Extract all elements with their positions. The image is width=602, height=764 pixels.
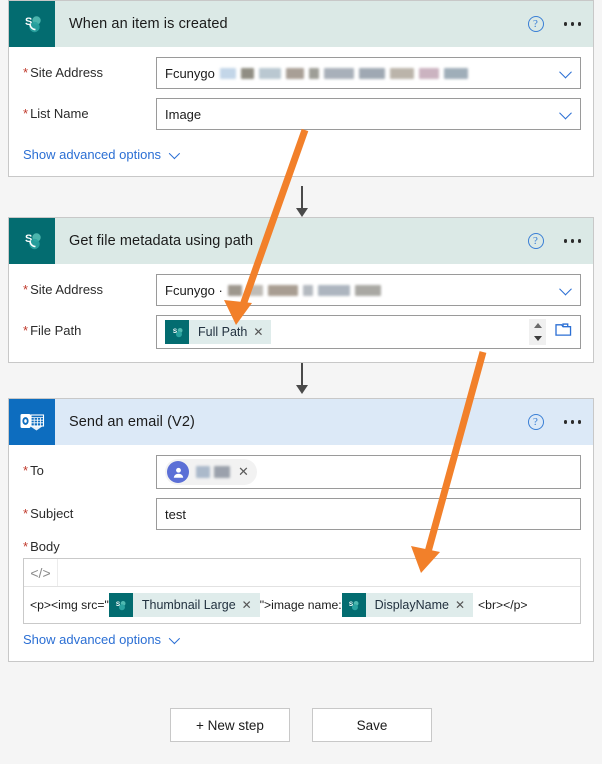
close-icon[interactable]: ✕ [253, 325, 271, 339]
required-asterisk: * [23, 323, 29, 338]
step-body-2: * Site Address Fcunygo · * File Path S F… [9, 264, 593, 362]
field-label: * File Path [23, 323, 82, 338]
site-address-dropdown-1[interactable]: Fcunygo [156, 57, 581, 89]
required-asterisk: * [23, 65, 29, 80]
sharepoint-icon: S [9, 218, 55, 264]
chevron-down-icon[interactable] [559, 106, 572, 120]
sharepoint-icon: S [165, 320, 189, 344]
step-title: When an item is created [69, 16, 228, 32]
site-address-dropdown-2[interactable]: Fcunygo · [156, 274, 581, 306]
step-title: Send an email (V2) [69, 414, 195, 430]
folder-picker-icon[interactable] [555, 322, 572, 342]
token-label: Thumbnail Large [141, 598, 236, 612]
field-label: * List Name [23, 106, 89, 121]
token-label: DisplayName [374, 598, 449, 612]
avatar [167, 461, 189, 483]
flow-step-card-3[interactable]: Send an email (V2) ? * To ✕ * Subject te… [8, 398, 594, 662]
required-asterisk: * [23, 506, 29, 521]
body-text-segment: <br></p> [478, 598, 528, 612]
redacted-text [196, 466, 230, 478]
show-advanced-options-link-3[interactable]: Show advanced options [9, 624, 593, 657]
body-field-label: * Body [23, 539, 60, 554]
subject-input[interactable]: test [156, 498, 581, 530]
close-icon[interactable]: ✕ [238, 464, 249, 480]
step-header-actions-3: ? [527, 399, 581, 445]
more-options-icon[interactable] [563, 420, 581, 424]
redacted-text [219, 67, 468, 79]
required-asterisk: * [23, 539, 29, 554]
field-site-address-2: * Site Address Fcunygo · [9, 274, 593, 306]
more-options-icon[interactable] [563, 239, 581, 243]
body-editor-toolbar: </> [24, 559, 580, 587]
step-header-2[interactable]: S Get file metadata using path ? [9, 218, 593, 264]
list-name-dropdown-1[interactable]: Image [156, 98, 581, 130]
flow-step-card-2[interactable]: S Get file metadata using path ? * Site A… [8, 217, 594, 363]
save-button[interactable]: Save [312, 708, 432, 742]
step-header-3[interactable]: Send an email (V2) ? [9, 399, 593, 445]
more-options-icon[interactable] [563, 22, 581, 26]
body-editor-content[interactable]: <p><img src=" S Thumbnail Large ✕ ">imag… [24, 587, 580, 623]
chevron-down-icon [168, 632, 181, 644]
step-body-3: * To ✕ * Subject test * Body </> <p><img… [9, 445, 593, 661]
field-label: * Subject [23, 506, 74, 521]
field-file-path-2: * File Path S Full Path ✕ [9, 315, 593, 349]
required-asterisk: * [23, 463, 29, 478]
step-header-1[interactable]: S When an item is created ? [9, 1, 593, 47]
dynamic-token-displayname[interactable]: S DisplayName ✕ [341, 593, 474, 617]
redacted-text [227, 284, 381, 296]
field-site-address-1: * Site Address Fcunygo [9, 57, 593, 89]
show-advanced-options-link-1[interactable]: Show advanced options [9, 139, 593, 172]
flow-connector-2 [293, 363, 311, 394]
step-body-1: * Site Address Fcunygo * List Name Image… [9, 47, 593, 176]
dynamic-token-thumbnail-large[interactable]: S Thumbnail Large ✕ [108, 593, 260, 617]
step-title: Get file metadata using path [69, 233, 254, 249]
body-rich-editor[interactable]: </> <p><img src=" S Thumbnail Large ✕ ">… [23, 558, 581, 624]
body-text-segment: ">image name: [259, 598, 342, 612]
new-step-button[interactable]: + New step [170, 708, 290, 742]
chevron-down-icon [168, 147, 181, 159]
token-label: Full Path [198, 325, 248, 339]
flow-step-card-1[interactable]: S When an item is created ? * Site Addres… [8, 0, 594, 177]
field-label: * Site Address [23, 282, 104, 297]
file-path-input[interactable]: S Full Path ✕ [156, 315, 581, 349]
outlook-icon [9, 399, 55, 445]
sharepoint-icon: S [9, 1, 55, 47]
recipient-chip[interactable]: ✕ [165, 459, 257, 485]
help-icon[interactable]: ? [527, 16, 544, 32]
flow-connector-1 [293, 186, 311, 217]
code-view-icon[interactable]: </> [24, 559, 58, 586]
footer-actions: + New step Save [0, 708, 602, 742]
step-header-actions-1: ? [527, 1, 581, 47]
field-label: * To [23, 463, 44, 478]
close-icon[interactable]: ✕ [242, 598, 260, 612]
dynamic-token-full-path[interactable]: S Full Path ✕ [165, 320, 272, 344]
chevron-down-icon[interactable] [559, 282, 572, 296]
field-list-name-1: * List Name Image [9, 98, 593, 130]
required-asterisk: * [23, 282, 29, 297]
help-icon[interactable]: ? [527, 233, 544, 249]
to-people-picker[interactable]: ✕ [156, 455, 581, 489]
field-subject: * Subject test [9, 498, 593, 530]
flow-designer-canvas: S When an item is created ? * Site Addres… [0, 0, 602, 764]
value-stepper[interactable] [529, 319, 546, 345]
required-asterisk: * [23, 106, 29, 121]
help-icon[interactable]: ? [527, 414, 544, 430]
close-icon[interactable]: ✕ [455, 598, 473, 612]
field-label: * Site Address [23, 65, 104, 80]
body-text-segment: <p><img src=" [30, 598, 109, 612]
step-header-actions-2: ? [527, 218, 581, 264]
sharepoint-icon: S [341, 593, 366, 617]
sharepoint-icon: S [108, 593, 133, 617]
chevron-down-icon[interactable] [559, 65, 572, 79]
field-to: * To ✕ [9, 455, 593, 489]
